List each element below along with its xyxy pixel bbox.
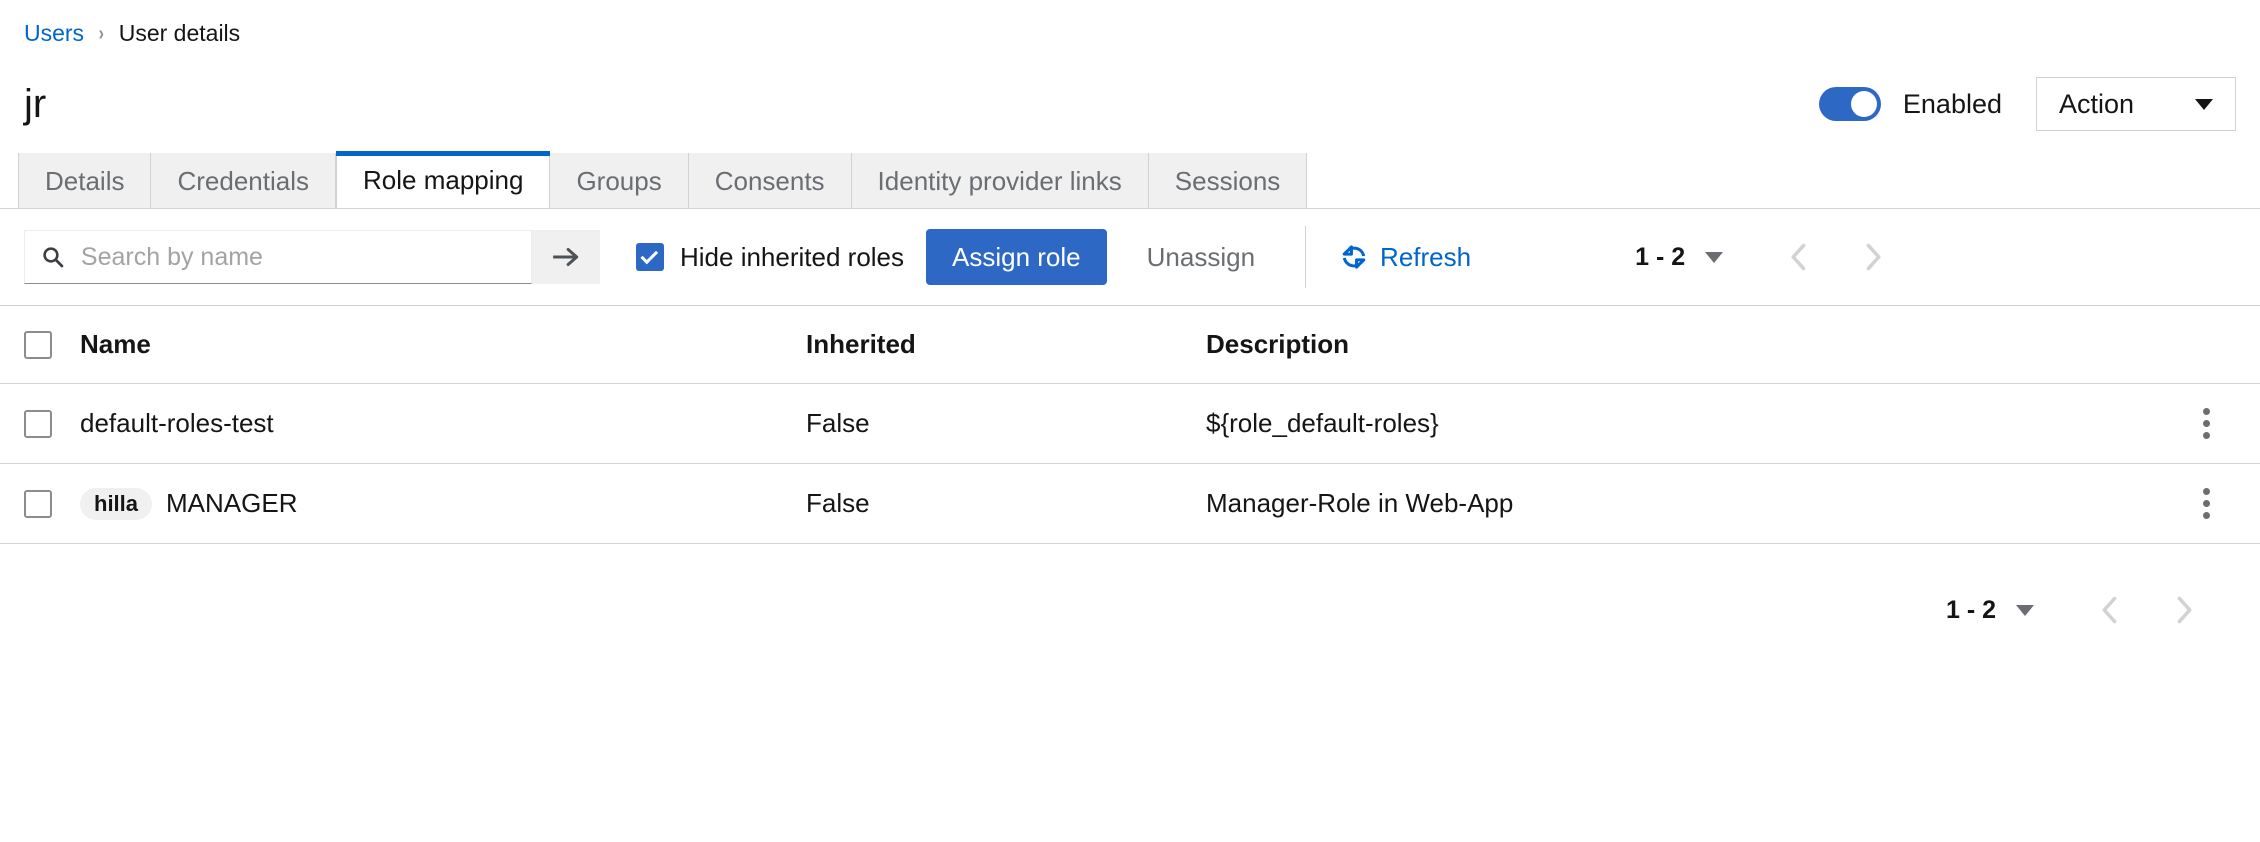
hide-inherited-roles-group[interactable]: Hide inherited roles [636,242,904,273]
unassign-button[interactable]: Unassign [1123,229,1279,285]
tab-bar: Details Credentials Role mapping Groups … [0,151,2260,209]
row-inherited-cell: False [806,488,870,518]
pagination-top: 1 - 2 [1635,229,1901,285]
action-dropdown-label: Action [2059,88,2135,119]
breadcrumb-current: User details [118,20,241,46]
row-name-cell: hilla MANAGER [80,487,806,520]
tab-label: Role mapping [363,164,524,195]
page-header: jr Enabled Action [0,45,2260,137]
pagination-next-button-top[interactable] [1845,229,1901,285]
kebab-menu-icon[interactable] [2189,398,2224,449]
action-dropdown-button[interactable]: Action [2036,77,2236,131]
tab-credentials[interactable]: Credentials [151,153,336,209]
pagination-prev-button-top[interactable] [1771,229,1827,285]
caret-down-icon [2195,98,2213,110]
tab-label: Groups [576,165,662,196]
tab-label: Details [45,165,125,196]
chevron-right-icon [2177,596,2192,624]
pagination-prev-button-bottom[interactable] [2082,582,2138,638]
search-submit-button[interactable] [532,230,600,284]
header-actions: Enabled Action [1818,77,2236,131]
enabled-toggle-group: Enabled [1818,87,2002,121]
tab-role-mapping[interactable]: Role mapping [336,151,551,209]
pagination-range-bottom: 1 - 2 [1945,595,1996,624]
tab-groups[interactable]: Groups [550,153,689,209]
refresh-label: Refresh [1380,241,1472,272]
row-actions-cell [2176,478,2236,529]
select-all-checkbox[interactable] [24,330,52,359]
kebab-menu-icon[interactable] [2189,478,2224,529]
table-row: hilla MANAGER False Manager-Role in Web-… [0,464,2260,544]
row-client-badge: hilla [80,487,153,520]
row-actions-cell [2176,398,2236,449]
search-field[interactable] [24,230,532,284]
enabled-toggle[interactable] [1818,87,1881,121]
pagination-caret-down-icon[interactable] [1705,251,1724,263]
page-title: jr [24,82,47,126]
chevron-right-icon [1866,243,1881,271]
tab-label: Credentials [177,165,309,196]
column-header-inherited: Inherited [806,329,916,359]
arrow-right-icon [553,248,579,266]
table-header-row: Name Inherited Description [0,306,2260,384]
tab-label: Identity provider links [877,165,1122,196]
row-name-cell: default-roles-test [80,408,806,439]
row-select-cell [24,409,80,438]
breadcrumb: Users › User details [0,0,2260,45]
toggle-knob [1850,91,1877,117]
tab-details[interactable]: Details [18,153,152,209]
role-mapping-table: Name Inherited Description default-roles… [0,305,2260,544]
hide-inherited-roles-checkbox[interactable] [636,243,664,271]
tab-label: Sessions [1174,165,1281,196]
hide-inherited-roles-label: Hide inherited roles [680,241,905,272]
assign-role-button[interactable]: Assign role [926,229,1107,285]
row-checkbox[interactable] [24,409,52,438]
column-header-name: Name [80,329,151,359]
tab-bar-underline [0,208,2260,209]
table-row: default-roles-test False ${role_default-… [0,384,2260,464]
row-role-name: MANAGER [166,488,298,518]
pagination-bottom: 1 - 2 [0,544,2260,638]
pagination-next-button-bottom[interactable] [2156,582,2212,638]
row-role-name: default-roles-test [80,408,274,438]
row-checkbox[interactable] [24,489,52,518]
chevron-left-icon [2102,596,2117,624]
column-header-description: Description [1206,329,1350,359]
row-select-cell [24,489,80,518]
refresh-icon [1342,245,1366,269]
tab-identity-provider-links[interactable]: Identity provider links [851,153,1149,209]
row-description-cell: Manager-Role in Web-App [1206,488,1514,518]
enabled-toggle-label: Enabled [1902,88,2002,119]
chevron-right-icon: › [98,22,105,45]
search-input[interactable] [78,241,515,273]
search-group [24,230,600,284]
breadcrumb-link-users[interactable]: Users [24,22,84,45]
tab-sessions[interactable]: Sessions [1148,153,1308,209]
pagination-caret-down-icon[interactable] [2016,604,2034,616]
tab-label: Consents [714,165,825,196]
pagination-range-top: 1 - 2 [1635,242,1686,271]
select-all-cell [24,330,80,359]
row-description-cell: ${role_default-roles} [1206,408,1439,438]
refresh-button[interactable]: Refresh [1326,229,1485,285]
search-icon [43,247,64,268]
role-mapping-toolbar: Hide inherited roles Assign role Unassig… [0,209,2260,305]
chevron-left-icon [1791,243,1806,271]
row-inherited-cell: False [806,408,870,438]
toolbar-divider [1305,226,1307,288]
check-icon [640,246,659,264]
tab-consents[interactable]: Consents [688,153,852,209]
